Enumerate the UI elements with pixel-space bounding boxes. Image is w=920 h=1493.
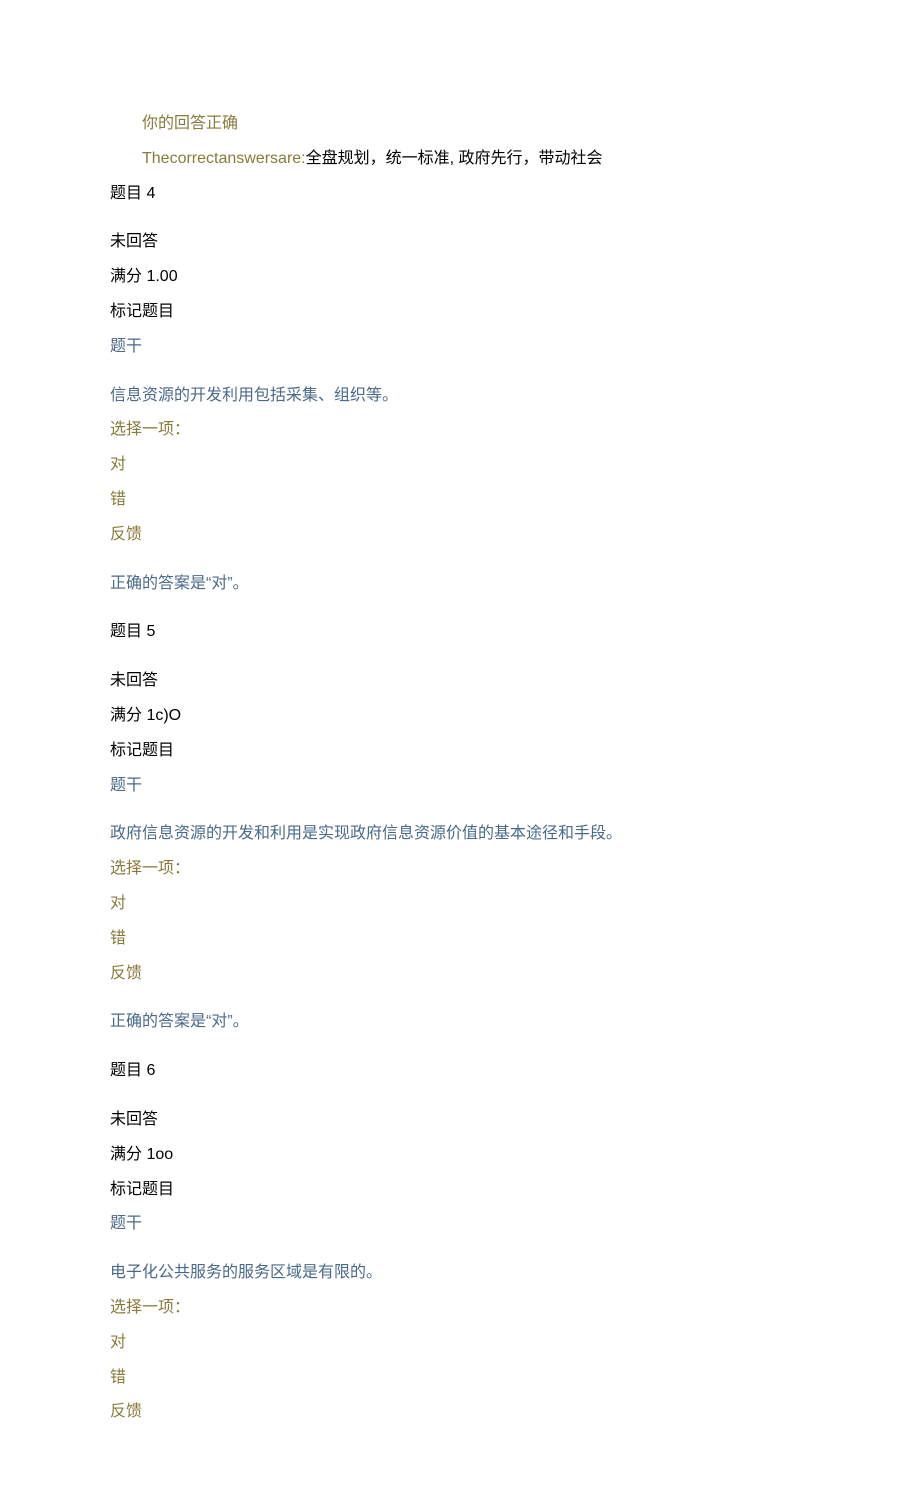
question-5-stem: 政府信息资源的开发和利用是实现政府信息资源价值的基本途径和手段。	[110, 820, 820, 849]
question-6-choose: 选择一项：	[110, 1294, 820, 1323]
question-5-option-false[interactable]: 错	[110, 925, 820, 954]
question-4-answer: 正确的答案是“对”。	[110, 570, 820, 599]
question-5-choose: 选择一项：	[110, 855, 820, 884]
page: 你的回答正确 Thecorrectanswersare:全盘规划，统一标准, 政…	[0, 0, 920, 1493]
question-6-status: 未回答	[110, 1106, 820, 1135]
correct-answers-line: Thecorrectanswersare:全盘规划，统一标准, 政府先行，带动社…	[110, 145, 820, 174]
question-6-option-false[interactable]: 错	[110, 1364, 820, 1393]
answers-prefix: Thecorrectanswersare:	[142, 150, 306, 167]
question-5-option-true[interactable]: 对	[110, 890, 820, 919]
question-6-title: 题目 6	[110, 1057, 820, 1086]
answers-body: 全盘规划，统一标准, 政府先行，带动社会	[306, 150, 603, 167]
question-4-status: 未回答	[110, 228, 820, 257]
question-5-status: 未回答	[110, 667, 820, 696]
question-6-option-true[interactable]: 对	[110, 1329, 820, 1358]
correct-note: 你的回答正确	[110, 110, 820, 139]
question-6-stem-label: 题干	[110, 1210, 820, 1239]
question-4-choose: 选择一项：	[110, 416, 820, 445]
question-5-title: 题目 5	[110, 618, 820, 647]
question-6-stem: 电子化公共服务的服务区域是有限的。	[110, 1259, 820, 1288]
question-6-score: 满分 1oo	[110, 1141, 820, 1170]
question-4-stem: 信息资源的开发利用包括采集、组织等。	[110, 382, 820, 411]
question-6-feedback-label: 反馈	[110, 1398, 820, 1427]
question-4-score: 满分 1.00	[110, 263, 820, 292]
question-5-stem-label: 题干	[110, 772, 820, 801]
question-5-flag: 标记题目	[110, 737, 820, 766]
question-4-stem-label: 题干	[110, 333, 820, 362]
question-4-feedback-label: 反馈	[110, 521, 820, 550]
question-4-option-false[interactable]: 错	[110, 486, 820, 515]
question-4-title: 题目 4	[110, 180, 820, 209]
question-4-option-true[interactable]: 对	[110, 451, 820, 480]
question-6-flag: 标记题目	[110, 1176, 820, 1205]
question-5-feedback-label: 反馈	[110, 960, 820, 989]
question-5-score: 满分 1c)O	[110, 702, 820, 731]
question-5-answer: 正确的答案是“对”。	[110, 1008, 820, 1037]
question-4-flag: 标记题目	[110, 298, 820, 327]
